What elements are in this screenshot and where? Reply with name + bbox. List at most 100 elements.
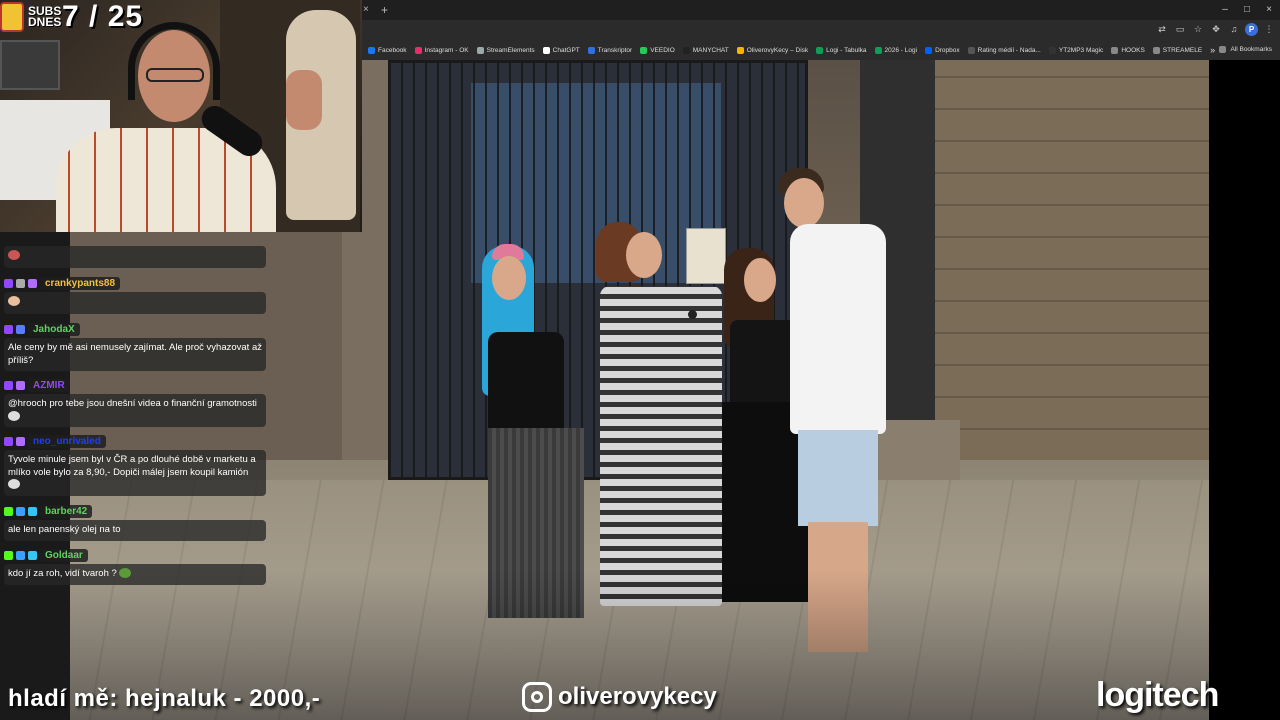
gate-poster — [686, 228, 726, 284]
bookmark-streamele[interactable]: STREAMELE — [1152, 46, 1202, 54]
bottom-overlay: hladí mě: hejnaluk - 2000,- oliverovykec… — [0, 676, 1280, 720]
letterbox-right — [1209, 60, 1280, 720]
gem-badge-icon — [28, 506, 37, 516]
chatgpt-icon — [542, 46, 550, 54]
sub-badge-icon — [4, 436, 13, 446]
bookmark-veedio[interactable]: VEEDIO — [640, 46, 675, 54]
sheets-icon — [816, 46, 824, 54]
emote-icon — [8, 250, 20, 261]
instagram-icon — [414, 46, 422, 54]
stream-screen: × + – □ × ⇄ ▭ ☆ ✥ ♫ P ⋮ Facebook Instagr… — [0, 0, 1280, 720]
chat-message: JahodaX Ale ceny by mě asi nemusely zají… — [4, 322, 266, 371]
globe-icon — [967, 46, 975, 54]
browser-toolbar: ⇄ ▭ ☆ ✥ ♫ P ⋮ — [362, 20, 1280, 40]
subs-emote-icon — [0, 2, 24, 32]
veedio-icon — [640, 46, 648, 54]
chat-username[interactable]: Goldaar — [40, 548, 88, 562]
chat-message: Goldaar kdo jí za roh, vidí tvaroh ? — [4, 548, 266, 585]
bookmark-instagram[interactable]: Instagram - OK — [414, 46, 469, 54]
browser-tabstrip: × + – □ × — [362, 0, 1280, 20]
chat-message: neo_unrivaled Tyvole minule jsem byl v Č… — [4, 434, 266, 496]
sub-badge-icon — [4, 380, 13, 390]
menu-icon[interactable]: ⋮ — [1262, 22, 1276, 36]
manychat-icon — [682, 46, 690, 54]
raised-hand — [286, 70, 322, 130]
chat-message-text — [4, 246, 266, 268]
chat-username[interactable]: crankypants88 — [40, 276, 121, 290]
dropbox-icon — [925, 46, 933, 54]
chat-message-text: ale len panenský olej na to — [4, 520, 266, 541]
bookmark-chatgpt[interactable]: ChatGPT — [542, 46, 580, 54]
bits-badge-icon — [16, 380, 25, 390]
bookmark-facebook[interactable]: Facebook — [368, 46, 407, 54]
bookmark-logi-tabulka[interactable]: Logi - Tabulka — [816, 46, 867, 54]
bookmarks-overflow-button[interactable]: » — [1210, 45, 1215, 55]
donation-ticker: hladí mě: hejnaluk - 2000,- — [8, 685, 321, 712]
bookmark-transkriptor[interactable]: Transkriptor — [587, 46, 632, 54]
close-window-button[interactable]: × — [1258, 0, 1280, 20]
bookmark-manychat[interactable]: MANYCHAT — [682, 46, 729, 54]
chat-message-text: kdo jí za roh, vidí tvaroh ? — [4, 564, 266, 585]
gift-badge-icon — [16, 278, 25, 288]
extensions-icon[interactable]: ✥ — [1209, 22, 1223, 36]
chat-message-text — [4, 292, 266, 314]
sub-badge-icon — [16, 550, 25, 560]
sub-badge-icon — [16, 506, 25, 516]
folder-icon — [1219, 46, 1227, 53]
all-bookmarks-button[interactable]: All Bookmarks — [1219, 46, 1272, 53]
sponsor-logo: logitech — [1096, 676, 1219, 714]
chat-message — [4, 244, 266, 268]
maximize-button[interactable]: □ — [1236, 0, 1258, 20]
new-tab-button[interactable]: + — [381, 3, 388, 17]
translate-icon[interactable]: ⇄ — [1155, 22, 1169, 36]
star-icon[interactable]: ☆ — [1191, 22, 1205, 36]
kick-badge-icon — [4, 550, 13, 560]
sub-badge-icon — [4, 324, 13, 334]
chat-username[interactable]: AZMIR — [28, 378, 70, 392]
streamer-webcam: SUBS DNES 7 / 25 — [0, 0, 362, 232]
instagram-handle: oliverovykecy — [558, 683, 717, 710]
gem-badge-icon — [28, 550, 37, 560]
bookmark-drive[interactable]: OliverovyKecy – Disk — [736, 46, 808, 54]
bits-badge-icon — [16, 436, 25, 446]
minimize-button[interactable]: – — [1214, 0, 1236, 20]
chat-message: barber42 ale len panenský olej na to — [4, 504, 266, 541]
bookmark-yt2mp3[interactable]: YT2MP3 Magic — [1048, 46, 1103, 54]
chat-username[interactable]: barber42 — [40, 504, 93, 518]
laugh-emote-icon — [8, 410, 20, 421]
brick-wall — [930, 60, 1209, 460]
facebook-icon — [368, 46, 375, 54]
media-icon[interactable]: ♫ — [1227, 22, 1241, 36]
chat-username[interactable]: JahodaX — [28, 322, 80, 336]
bookmark-hooks[interactable]: HOOKS — [1111, 46, 1145, 54]
bookmark-dropbox[interactable]: Dropbox — [925, 46, 960, 54]
tab-close-icon[interactable]: × — [363, 3, 369, 17]
folder-icon — [1111, 46, 1119, 54]
chat-message: crankypants88 — [4, 276, 266, 314]
bookmark-streamelements[interactable]: StreamElements — [476, 46, 535, 54]
laugh-emote-icon — [8, 479, 20, 490]
chat-message-text: Ale ceny by mě asi nemusely zajímat. Ale… — [4, 338, 266, 371]
kick-badge-icon — [4, 506, 13, 516]
microphone — [688, 310, 697, 319]
bookmark-rating-medii[interactable]: Rating médií - Nada... — [967, 46, 1041, 54]
transkriptor-icon — [587, 46, 595, 54]
subs-count: 7 / 25 — [62, 0, 144, 33]
chat-username[interactable]: neo_unrivaled — [28, 434, 106, 448]
frog-emote-icon — [119, 568, 132, 579]
bookmark-2026-logi[interactable]: 2026 - Logi — [874, 46, 917, 54]
sheets-icon — [874, 46, 882, 54]
chat-message-text: Tyvole minule jsem byl v ČR a po dlouhé … — [4, 450, 266, 496]
sub-badge-icon — [4, 278, 13, 288]
profile-avatar[interactable]: P — [1245, 22, 1258, 36]
chat-message: AZMIR @hrooch pro tebe jsou dnešní videa… — [4, 378, 266, 427]
subs-counter: SUBS DNES 7 / 25 — [0, 0, 143, 34]
cast-icon[interactable]: ▭ — [1173, 22, 1187, 36]
gift-badge-icon — [16, 324, 25, 334]
google-drive-icon — [736, 46, 744, 54]
instagram-promo: oliverovykecy — [522, 682, 717, 712]
gift-badge-icon — [28, 278, 37, 288]
instagram-icon — [522, 682, 552, 712]
folder-icon — [1152, 46, 1160, 54]
subs-label: SUBS DNES — [28, 4, 62, 29]
